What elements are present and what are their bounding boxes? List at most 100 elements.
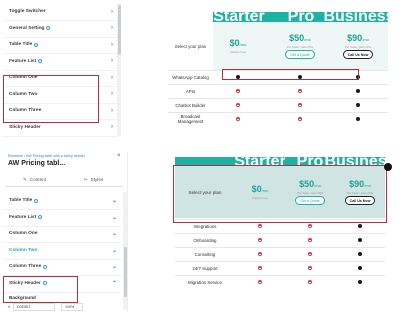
feature-mark-cell xyxy=(333,84,383,98)
styles-icon: ✂ xyxy=(83,176,88,182)
chevron-right-icon: › xyxy=(111,8,113,15)
feature-label: Broadcast Management xyxy=(177,114,204,124)
price-cell: $50/mo Per Seller, Gets 20% Get a Quote xyxy=(275,22,325,70)
sidebar-item[interactable]: Table Title ⌄ xyxy=(3,192,121,210)
sidebar-item[interactable]: Column Two ⌄ xyxy=(3,242,121,260)
chevron-right-icon: › xyxy=(111,41,113,48)
feature-mark-cell xyxy=(333,98,383,112)
sidebar-item[interactable]: Toggle Switcher › xyxy=(3,3,117,21)
feature-label: Chatbot Builder xyxy=(175,102,206,108)
price-amount: $90 xyxy=(347,33,363,43)
highlight-whatsapp-row xyxy=(222,69,359,80)
check-dot-icon xyxy=(356,89,360,93)
tab-content-label: Content xyxy=(29,177,46,182)
check-dot-icon xyxy=(358,252,362,256)
cross-icon xyxy=(297,116,303,122)
background-color-input[interactable]: D0E5E3 xyxy=(13,303,55,311)
check-dot-icon xyxy=(356,103,360,107)
scroll-indicator-icon[interactable] xyxy=(384,163,392,171)
cross-icon xyxy=(257,237,263,243)
sidebar-item-label-wrap: Column Two xyxy=(9,248,37,253)
feature-mark-cell xyxy=(335,275,385,289)
highlight-sticky-header xyxy=(3,276,78,303)
sidebar-item-label: Feature List xyxy=(9,214,37,220)
call-us-now-button[interactable]: Call Us Now xyxy=(342,50,374,59)
price-amount: $50 xyxy=(289,33,305,43)
chevron-right-icon: › xyxy=(111,74,113,81)
cross-icon xyxy=(235,88,241,94)
info-icon xyxy=(34,42,39,47)
cross-icon xyxy=(297,88,303,94)
tab-styles-label: Styles xyxy=(90,177,104,182)
feature-mark-cell xyxy=(235,275,285,289)
sidebar-item[interactable]: General Setting › xyxy=(3,20,117,38)
bottom-sidebar-scrollbar[interactable] xyxy=(123,192,127,310)
info-icon xyxy=(34,198,39,203)
sidebar-item-label-wrap: Feature List xyxy=(9,58,43,64)
close-icon[interactable]: × xyxy=(117,153,121,159)
opacity-input[interactable]: 100% xyxy=(61,303,83,311)
scroll-thumb[interactable] xyxy=(117,5,121,55)
breadcrumb[interactable]: Elements › AW Pricing table with a stick… xyxy=(8,154,108,158)
sidebar-item-label: Table Title xyxy=(9,198,33,203)
price-period: /mo xyxy=(362,37,369,42)
feature-mark-cell xyxy=(213,112,263,126)
sidebar-item[interactable]: Table Title › xyxy=(3,36,117,54)
sidebar-item-label: Sticky Header xyxy=(9,124,41,130)
top-sidebar-scrollbar[interactable] xyxy=(117,3,121,136)
cross-icon xyxy=(235,102,241,108)
sidebar-item-label-wrap: Column One xyxy=(9,231,38,236)
chevron-down-icon: ⌄ xyxy=(111,247,117,254)
price-period: /mo xyxy=(239,42,247,48)
chevron-right-icon: › xyxy=(111,58,113,64)
price-cell: $0/mo Lifetime Free xyxy=(213,22,263,70)
chevron-right-icon: › xyxy=(111,91,113,97)
sidebar-item[interactable]: Column One ⌄ xyxy=(3,225,121,243)
feature-mark-cell xyxy=(285,275,335,289)
widget-title: AW Pricing tabl... xyxy=(8,160,66,167)
sidebar-item-label-wrap: Table Title xyxy=(9,42,39,47)
feature-label: APIs xyxy=(185,88,196,94)
chevron-down-icon: ⌄ xyxy=(111,214,117,221)
scroll-thumb[interactable] xyxy=(123,247,127,297)
tab-content[interactable]: ✎ Content xyxy=(5,173,64,187)
feature-mark-cell xyxy=(275,98,325,112)
info-icon xyxy=(38,215,43,219)
sidebar-item[interactable]: Column Three ⌄ xyxy=(3,258,121,276)
pencil-icon: ✎ xyxy=(23,176,27,182)
sidebar-item[interactable]: Feature List ⌄ xyxy=(3,209,121,227)
cross-icon xyxy=(307,279,313,285)
feature-mark-cell xyxy=(335,247,385,261)
highlight-columns-box xyxy=(3,75,99,123)
feature-label: Onboarding xyxy=(193,237,217,243)
highlight-sticky-header-row xyxy=(173,165,387,223)
feature-label: 24/7 Support xyxy=(192,265,218,271)
sidebar-item-label-wrap: Table Title xyxy=(9,198,39,203)
select-plan-label: Select your plan xyxy=(174,43,207,49)
sidebar-item-label-wrap: Feature List xyxy=(9,214,43,220)
cross-icon xyxy=(307,265,313,271)
feature-label: Consulting xyxy=(194,251,216,257)
feature-mark-cell xyxy=(235,261,285,275)
header-business: Business xyxy=(323,8,395,25)
price-subtext: Lifetime Free xyxy=(229,49,247,54)
price-amount-wrap: $50/mo xyxy=(289,33,311,43)
sidebar-item-label: Column Three xyxy=(9,264,42,269)
tab-styles[interactable]: ✂ Styles xyxy=(64,173,123,187)
price-amount-wrap: $90/mo xyxy=(347,33,369,43)
chevron-down-icon: ⌄ xyxy=(111,264,117,270)
feature-mark-cell xyxy=(275,84,325,98)
feature-mark-cell xyxy=(333,112,383,126)
info-icon xyxy=(43,264,48,269)
sidebar-item-label: Column Two xyxy=(9,247,38,253)
info-icon xyxy=(46,26,51,30)
sidebar-item-label: Feature List xyxy=(9,58,37,64)
sidebar-item[interactable]: Feature List › xyxy=(3,53,117,71)
feature-mark-cell xyxy=(285,247,335,261)
info-icon xyxy=(38,59,43,63)
chevron-right-icon: › xyxy=(111,124,113,130)
content-style-tabs: ✎ Content ✂ Styles xyxy=(5,173,123,187)
chevron-up-icon: ⌃ xyxy=(111,280,117,287)
get-a-quote-button[interactable]: Get a Quote xyxy=(285,50,315,59)
cross-icon xyxy=(257,265,263,271)
